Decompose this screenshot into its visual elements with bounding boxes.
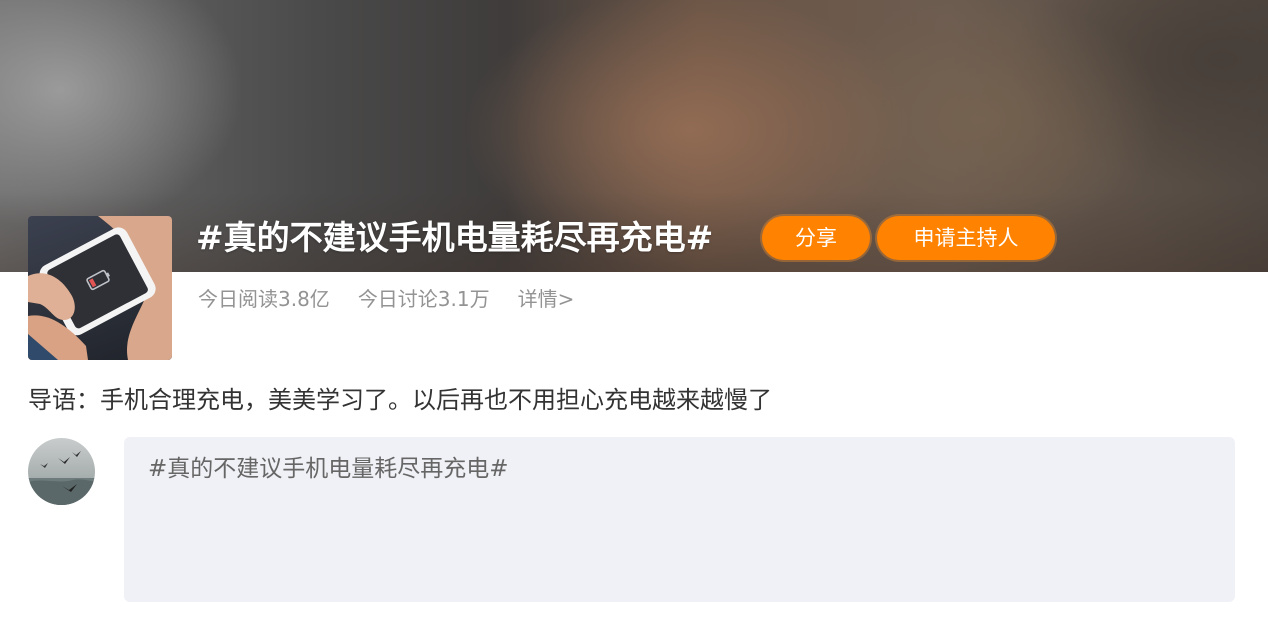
topic-thumbnail — [28, 216, 172, 360]
topic-title: #真的不建议手机电量耗尽再充电# — [196, 218, 714, 257]
post-composer[interactable]: #真的不建议手机电量耗尽再充电# — [124, 437, 1235, 602]
topic-page: #真的不建议手机电量耗尽再充电# 分享 申请主持人 今日阅读3.8亿 今日讨论3… — [0, 0, 1268, 618]
avatar[interactable] — [28, 438, 95, 505]
post-input[interactable]: #真的不建议手机电量耗尽再充电# — [148, 453, 1211, 586]
phone-low-battery-image — [28, 216, 172, 360]
today-discussions-stat: 今日讨论3.1万 — [357, 287, 490, 311]
share-button[interactable]: 分享 — [762, 216, 870, 260]
details-link[interactable]: 详情> — [518, 284, 575, 314]
apply-host-button[interactable]: 申请主持人 — [877, 216, 1055, 260]
topic-intro: 导语：手机合理充电，美美学习了。以后再也不用担心充电越来越慢了 — [28, 386, 772, 414]
user-avatar-birds — [28, 451, 95, 505]
topic-stats: 今日阅读3.8亿 今日讨论3.1万 详情> — [198, 284, 574, 314]
today-reads-stat: 今日阅读3.8亿 — [198, 287, 330, 311]
